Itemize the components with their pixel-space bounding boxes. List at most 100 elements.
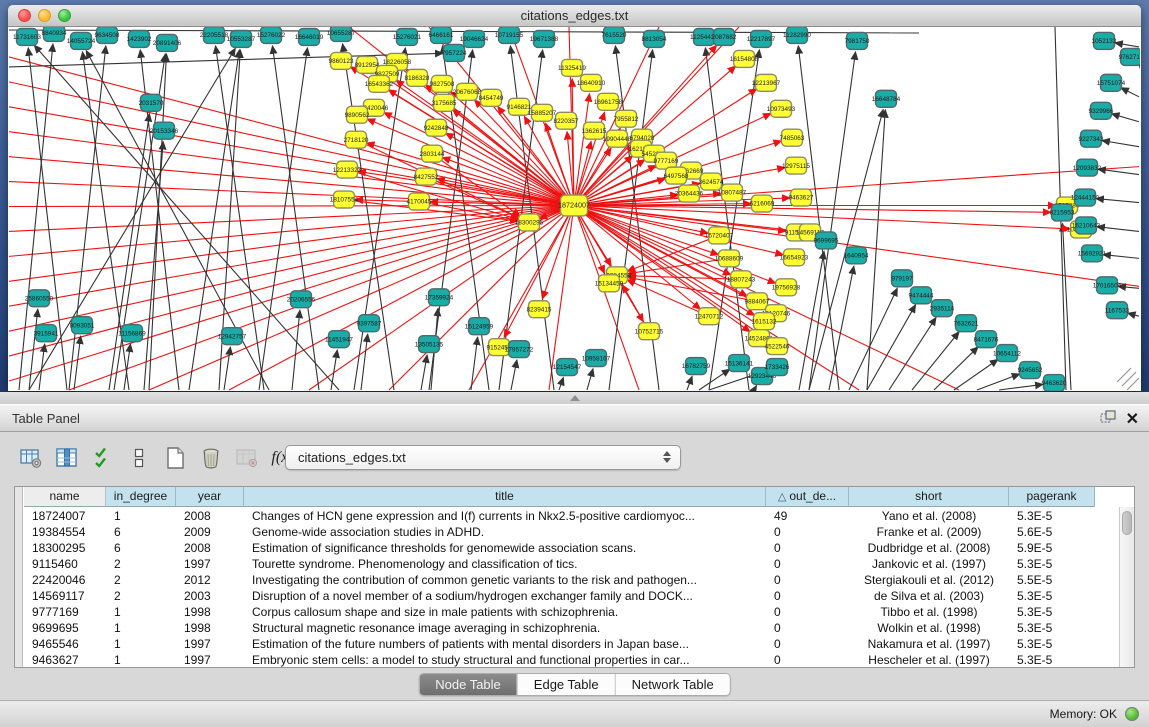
- graph-node[interactable]: 9699695: [814, 232, 839, 249]
- graph-node[interactable]: 9245652: [1018, 362, 1043, 379]
- graph-node[interactable]: 1423902: [127, 30, 152, 47]
- graph-node[interactable]: 20676068: [453, 83, 482, 100]
- table-row[interactable]: 946554611997Estimation of the future num…: [24, 636, 1118, 652]
- graph-node[interactable]: 3175685: [432, 94, 457, 111]
- graph-node[interactable]: 10807487: [718, 184, 747, 201]
- graph-node[interactable]: 12093832: [1073, 159, 1102, 176]
- table-row[interactable]: 911546021997Tourette syndrome. Phenomeno…: [24, 556, 1118, 572]
- scrollbar-thumb[interactable]: [1122, 511, 1132, 535]
- graph-node[interactable]: 2031570: [139, 94, 164, 111]
- resize-grip-icon[interactable]: [1117, 368, 1139, 390]
- graph-node[interactable]: 2803144: [420, 145, 445, 162]
- graph-node[interactable]: 9329966: [1089, 102, 1114, 119]
- column-visibility-icon[interactable]: [54, 445, 79, 471]
- graph-node[interactable]: 7485063: [780, 129, 805, 146]
- column-header-name[interactable]: name: [24, 487, 106, 507]
- graph-node[interactable]: 11325419: [558, 59, 586, 76]
- graph-node[interactable]: 17957272: [505, 341, 534, 358]
- tab-network-table[interactable]: Network Table: [615, 674, 730, 695]
- panel-splitter[interactable]: [0, 392, 1149, 404]
- graph-node[interactable]: 11731603: [13, 28, 41, 45]
- table-row[interactable]: 2242004622012Investigating the contribut…: [24, 572, 1118, 588]
- graph-node[interactable]: 20153346: [150, 122, 179, 139]
- graph-node[interactable]: 10688609: [715, 250, 744, 267]
- graph-node[interactable]: 1615132: [752, 313, 777, 330]
- tab-node-table[interactable]: Node Table: [419, 674, 517, 695]
- graph-node[interactable]: 9242848: [424, 119, 449, 136]
- column-header-pagerank[interactable]: pagerank: [1009, 487, 1095, 507]
- graph-node[interactable]: 16654923: [780, 249, 809, 266]
- network-window-titlebar[interactable]: citations_edges.txt: [8, 5, 1141, 27]
- graph-node[interactable]: 10655287: [327, 27, 356, 41]
- graph-node[interactable]: 7957224: [442, 44, 467, 61]
- column-header-short[interactable]: short: [849, 487, 1009, 507]
- graph-node[interactable]: 8239415: [527, 301, 552, 318]
- graph-node[interactable]: 22205518: [200, 27, 229, 43]
- graph-node[interactable]: 7955812: [614, 110, 639, 127]
- graph-node[interactable]: 19046624: [460, 30, 489, 47]
- zoom-button[interactable]: [58, 9, 71, 22]
- graph-node[interactable]: 9474444: [909, 287, 934, 304]
- graph-node[interactable]: 12213967: [752, 74, 781, 91]
- column-header-title[interactable]: title: [244, 487, 766, 507]
- graph-node[interactable]: 1640954: [844, 247, 869, 264]
- graph-node[interactable]: 9463627: [789, 189, 814, 206]
- table-scrollbar[interactable]: [1119, 507, 1134, 667]
- graph-node[interactable]: 9463620: [1042, 375, 1067, 391]
- graph-node[interactable]: 16646019: [295, 28, 324, 45]
- table-settings-icon[interactable]: [18, 445, 43, 471]
- graph-node[interactable]: 17359924: [425, 289, 454, 306]
- graph-node[interactable]: 15720407: [705, 227, 734, 244]
- graph-node[interactable]: 1052133: [1092, 32, 1117, 49]
- table-selector-combobox[interactable]: citations_edges.txt: [285, 445, 681, 470]
- tab-edge-table[interactable]: Edge Table: [517, 674, 615, 695]
- float-panel-icon[interactable]: [1100, 410, 1116, 429]
- graph-node[interactable]: 15276022: [257, 27, 286, 43]
- delete-table-icon[interactable]: [198, 445, 223, 471]
- graph-node[interactable]: 9762710: [1119, 48, 1140, 65]
- graph-node[interactable]: 9827508: [430, 75, 455, 92]
- graph-node[interactable]: 16543362: [365, 75, 394, 92]
- graph-node[interactable]: 15276021: [393, 28, 422, 45]
- graph-node[interactable]: 10719155: [495, 27, 524, 43]
- graph-node[interactable]: 20364436: [675, 185, 704, 202]
- column-header-in-degree[interactable]: in_degree: [106, 487, 176, 507]
- graph-node[interactable]: 7981750: [845, 32, 870, 49]
- graph-node[interactable]: 12444150: [1071, 189, 1100, 206]
- graph-node[interactable]: 979197: [891, 270, 913, 287]
- table-row[interactable]: 946362711997Embryonic stem cells: a mode…: [24, 652, 1118, 667]
- graph-node[interactable]: 12213323: [333, 161, 362, 178]
- graph-node[interactable]: 8840934: [42, 27, 67, 41]
- graph-node[interactable]: 16154808: [730, 50, 759, 67]
- graph-node[interactable]: 18640910: [577, 74, 606, 91]
- graph-node[interactable]: 19904448: [603, 130, 632, 147]
- graph-node[interactable]: 12470712: [695, 308, 724, 325]
- graph-node[interactable]: 15136141: [725, 355, 754, 372]
- graph-node[interactable]: 6216069: [750, 195, 775, 212]
- graph-node[interactable]: 18724007: [558, 195, 590, 216]
- graph-node[interactable]: 2718120: [344, 131, 369, 148]
- table-row[interactable]: 1456911722003Disruption of a novel membe…: [24, 588, 1118, 604]
- graph-node[interactable]: 14055724: [67, 32, 96, 49]
- column-header-year[interactable]: year: [176, 487, 244, 507]
- graph-node[interactable]: 8093051: [70, 317, 95, 334]
- graph-node[interactable]: 25860550: [25, 290, 54, 307]
- graph-node[interactable]: 11282990: [783, 27, 811, 43]
- table-row[interactable]: 977716911998Corpus callosum shape and si…: [24, 604, 1118, 620]
- graph-node[interactable]: 20206556: [287, 291, 316, 308]
- graph-node[interactable]: 15751074: [1097, 74, 1126, 91]
- graph-node[interactable]: 16648784: [872, 90, 901, 107]
- graph-node[interactable]: 12975115: [782, 157, 810, 174]
- graph-node[interactable]: 18807243: [727, 271, 756, 288]
- graph-node[interactable]: 10958167: [582, 350, 611, 367]
- select-all-icon[interactable]: [90, 445, 115, 471]
- graph-node[interactable]: 16210643: [1072, 217, 1101, 234]
- close-panel-icon[interactable]: ✕: [1126, 412, 1139, 428]
- graph-node[interactable]: 19756928: [772, 279, 801, 296]
- network-canvas[interactable]: 1872400798601238912954182260589827509165…: [9, 27, 1140, 391]
- graph-node[interactable]: 15124959: [465, 318, 494, 335]
- graph-node[interactable]: 18300295: [515, 214, 544, 231]
- graph-node[interactable]: 10553287: [227, 30, 256, 47]
- graph-node[interactable]: 8186328: [405, 69, 430, 86]
- graph-node[interactable]: 17016504: [1093, 277, 1122, 294]
